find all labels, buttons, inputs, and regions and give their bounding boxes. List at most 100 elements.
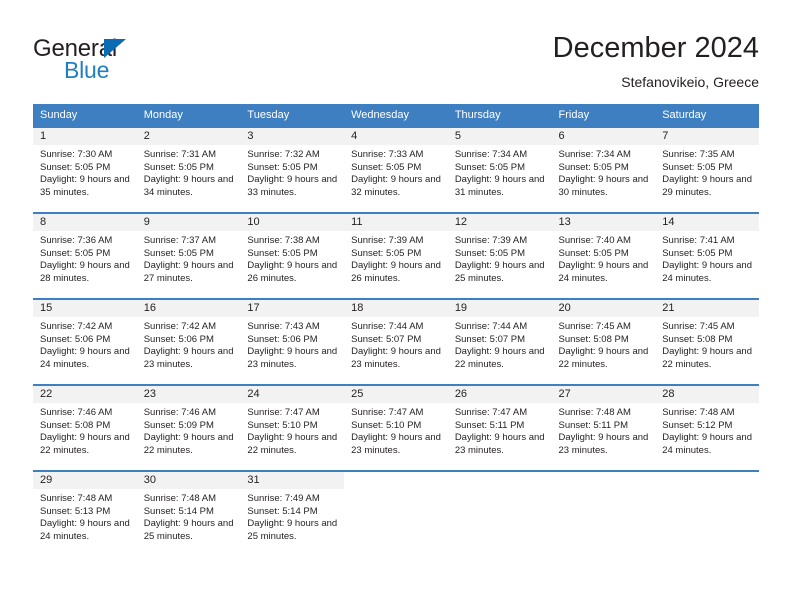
sunset-text: Sunset: 5:05 PM: [558, 247, 629, 259]
day-cell[interactable]: 30 Sunrise: 7:48 AM Sunset: 5:14 PM Dayl…: [136, 470, 241, 556]
sunrise-text: Sunrise: 7:37 AM: [143, 235, 217, 246]
weekday-header-wednesday: Wednesday: [344, 104, 448, 127]
day-details: Sunrise: 7:46 AM Sunset: 5:08 PM Dayligh…: [33, 403, 137, 457]
day-details: Sunrise: 7:44 AM Sunset: 5:07 PM Dayligh…: [448, 317, 552, 371]
day-details: Sunrise: 7:36 AM Sunset: 5:05 PM Dayligh…: [33, 231, 137, 285]
day-cell[interactable]: 24 Sunrise: 7:47 AM Sunset: 5:10 PM Dayl…: [240, 384, 345, 471]
daylight-text: Daylight: 9 hours and 23 minutes.: [247, 346, 338, 370]
sunrise-text: Sunrise: 7:42 AM: [40, 321, 113, 332]
day-number: 13: [551, 214, 656, 231]
sunrise-text: Sunrise: 7:33 AM: [351, 149, 424, 160]
day-cell[interactable]: 12 Sunrise: 7:39 AM Sunset: 5:05 PM Dayl…: [447, 212, 552, 299]
day-cell[interactable]: 10 Sunrise: 7:38 AM Sunset: 5:05 PM Dayl…: [240, 212, 345, 299]
day-cell[interactable]: 6 Sunrise: 7:34 AM Sunset: 5:05 PM Dayli…: [551, 126, 656, 213]
day-cell[interactable]: 9 Sunrise: 7:37 AM Sunset: 5:05 PM Dayli…: [136, 212, 241, 299]
day-details: Sunrise: 7:34 AM Sunset: 5:05 PM Dayligh…: [448, 145, 552, 199]
sunset-text: Sunset: 5:06 PM: [40, 333, 111, 345]
day-number: 17: [240, 300, 345, 317]
sunrise-text: Sunrise: 7:34 AM: [454, 149, 528, 160]
day-cell[interactable]: 14 Sunrise: 7:41 AM Sunset: 5:05 PM Dayl…: [655, 212, 759, 299]
weekday-header-sunday: Sunday: [33, 104, 137, 127]
sunrise-text: Sunrise: 7:47 AM: [351, 407, 424, 418]
day-cell[interactable]: 7 Sunrise: 7:35 AM Sunset: 5:05 PM Dayli…: [655, 126, 759, 213]
sunset-text: Sunset: 5:08 PM: [662, 333, 733, 345]
day-cell[interactable]: 31 Sunrise: 7:49 AM Sunset: 5:14 PM Dayl…: [240, 470, 345, 556]
day-cell[interactable]: 15 Sunrise: 7:42 AM Sunset: 5:06 PM Dayl…: [33, 298, 137, 385]
sunrise-text: Sunrise: 7:48 AM: [40, 493, 113, 504]
title-block: December 2024 Stefanovikeio, Greece: [553, 30, 759, 92]
sunrise-text: Sunrise: 7:35 AM: [662, 149, 735, 160]
day-number: 3: [240, 128, 345, 145]
day-cell[interactable]: 19 Sunrise: 7:44 AM Sunset: 5:07 PM Dayl…: [447, 298, 552, 385]
day-number: 9: [136, 214, 241, 231]
general-blue-logo[interactable]: General Blue: [33, 36, 293, 86]
calendar-header-row: Sunday Monday Tuesday Wednesday Thursday…: [33, 104, 759, 127]
day-details: Sunrise: 7:40 AM Sunset: 5:05 PM Dayligh…: [552, 231, 656, 285]
sunrise-text: Sunrise: 7:40 AM: [558, 235, 631, 246]
day-cell[interactable]: 11 Sunrise: 7:39 AM Sunset: 5:05 PM Dayl…: [344, 212, 448, 299]
day-cell[interactable]: 17 Sunrise: 7:43 AM Sunset: 5:06 PM Dayl…: [240, 298, 345, 385]
day-cell[interactable]: 26 Sunrise: 7:47 AM Sunset: 5:11 PM Dayl…: [447, 384, 552, 471]
day-cell[interactable]: 4 Sunrise: 7:33 AM Sunset: 5:05 PM Dayli…: [344, 126, 448, 213]
day-cell[interactable]: 29 Sunrise: 7:48 AM Sunset: 5:13 PM Dayl…: [33, 470, 137, 556]
day-number: 2: [136, 128, 241, 145]
day-details: Sunrise: 7:48 AM Sunset: 5:14 PM Dayligh…: [137, 489, 241, 543]
day-cell-empty: [447, 470, 552, 556]
day-cell[interactable]: 28 Sunrise: 7:48 AM Sunset: 5:12 PM Dayl…: [655, 384, 759, 471]
sunset-text: Sunset: 5:08 PM: [558, 333, 629, 345]
day-details: Sunrise: 7:48 AM Sunset: 5:13 PM Dayligh…: [33, 489, 137, 543]
day-details: Sunrise: 7:35 AM Sunset: 5:05 PM Dayligh…: [655, 145, 759, 199]
daylight-text: Daylight: 9 hours and 25 minutes.: [247, 518, 338, 542]
sunset-text: Sunset: 5:05 PM: [143, 247, 214, 259]
day-cell[interactable]: 13 Sunrise: 7:40 AM Sunset: 5:05 PM Dayl…: [551, 212, 656, 299]
daylight-text: Daylight: 9 hours and 22 minutes.: [247, 432, 338, 456]
day-cell[interactable]: 5 Sunrise: 7:34 AM Sunset: 5:05 PM Dayli…: [447, 126, 552, 213]
sunset-text: Sunset: 5:07 PM: [454, 333, 526, 345]
sunset-text: Sunset: 5:05 PM: [247, 247, 318, 259]
day-details: Sunrise: 7:30 AM Sunset: 5:05 PM Dayligh…: [33, 145, 137, 199]
sunset-text: Sunset: 5:08 PM: [40, 419, 111, 431]
sunrise-text: Sunrise: 7:48 AM: [558, 407, 631, 418]
day-number: 22: [33, 386, 137, 403]
day-cell[interactable]: 16 Sunrise: 7:42 AM Sunset: 5:06 PM Dayl…: [136, 298, 241, 385]
sunrise-text: Sunrise: 7:39 AM: [454, 235, 528, 246]
day-cell[interactable]: 23 Sunrise: 7:46 AM Sunset: 5:09 PM Dayl…: [136, 384, 241, 471]
day-number: 21: [655, 300, 759, 317]
day-cell-empty: [655, 470, 759, 556]
sunset-text: Sunset: 5:05 PM: [143, 161, 214, 173]
day-cell[interactable]: 22 Sunrise: 7:46 AM Sunset: 5:08 PM Dayl…: [33, 384, 137, 471]
day-cell[interactable]: 25 Sunrise: 7:47 AM Sunset: 5:10 PM Dayl…: [344, 384, 448, 471]
daylight-text: Daylight: 9 hours and 29 minutes.: [662, 174, 752, 198]
sunrise-text: Sunrise: 7:47 AM: [247, 407, 320, 418]
daylight-text: Daylight: 9 hours and 27 minutes.: [143, 260, 234, 284]
sunset-text: Sunset: 5:09 PM: [143, 419, 214, 431]
day-cell[interactable]: 27 Sunrise: 7:48 AM Sunset: 5:11 PM Dayl…: [551, 384, 656, 471]
day-cell[interactable]: 3 Sunrise: 7:32 AM Sunset: 5:05 PM Dayli…: [240, 126, 345, 213]
day-details: Sunrise: 7:34 AM Sunset: 5:05 PM Dayligh…: [552, 145, 656, 199]
day-cell[interactable]: 21 Sunrise: 7:45 AM Sunset: 5:08 PM Dayl…: [655, 298, 759, 385]
sunset-text: Sunset: 5:12 PM: [662, 419, 733, 431]
week-row: 22 Sunrise: 7:46 AM Sunset: 5:08 PM Dayl…: [33, 384, 759, 471]
day-cell[interactable]: 8 Sunrise: 7:36 AM Sunset: 5:05 PM Dayli…: [33, 212, 137, 299]
daylight-text: Daylight: 9 hours and 28 minutes.: [40, 260, 130, 284]
daylight-text: Daylight: 9 hours and 25 minutes.: [143, 518, 234, 542]
sunrise-text: Sunrise: 7:42 AM: [143, 321, 217, 332]
sunrise-text: Sunrise: 7:32 AM: [247, 149, 320, 160]
day-number: 16: [136, 300, 241, 317]
day-details: Sunrise: 7:39 AM Sunset: 5:05 PM Dayligh…: [448, 231, 552, 285]
sunset-text: Sunset: 5:05 PM: [351, 247, 422, 259]
daylight-text: Daylight: 9 hours and 24 minutes.: [40, 346, 130, 370]
daylight-text: Daylight: 9 hours and 23 minutes.: [351, 432, 441, 456]
day-number: 15: [33, 300, 137, 317]
sunset-text: Sunset: 5:11 PM: [454, 419, 525, 431]
day-cell[interactable]: 2 Sunrise: 7:31 AM Sunset: 5:05 PM Dayli…: [136, 126, 241, 213]
day-details: Sunrise: 7:31 AM Sunset: 5:05 PM Dayligh…: [137, 145, 241, 199]
daylight-text: Daylight: 9 hours and 24 minutes.: [558, 260, 649, 284]
day-cell[interactable]: 1 Sunrise: 7:30 AM Sunset: 5:05 PM Dayli…: [33, 126, 137, 213]
daylight-text: Daylight: 9 hours and 23 minutes.: [143, 346, 234, 370]
daylight-text: Daylight: 9 hours and 26 minutes.: [247, 260, 338, 284]
day-cell[interactable]: 20 Sunrise: 7:45 AM Sunset: 5:08 PM Dayl…: [551, 298, 656, 385]
day-cell[interactable]: 18 Sunrise: 7:44 AM Sunset: 5:07 PM Dayl…: [344, 298, 448, 385]
sunset-text: Sunset: 5:14 PM: [247, 505, 318, 517]
day-details: Sunrise: 7:48 AM Sunset: 5:11 PM Dayligh…: [552, 403, 656, 457]
